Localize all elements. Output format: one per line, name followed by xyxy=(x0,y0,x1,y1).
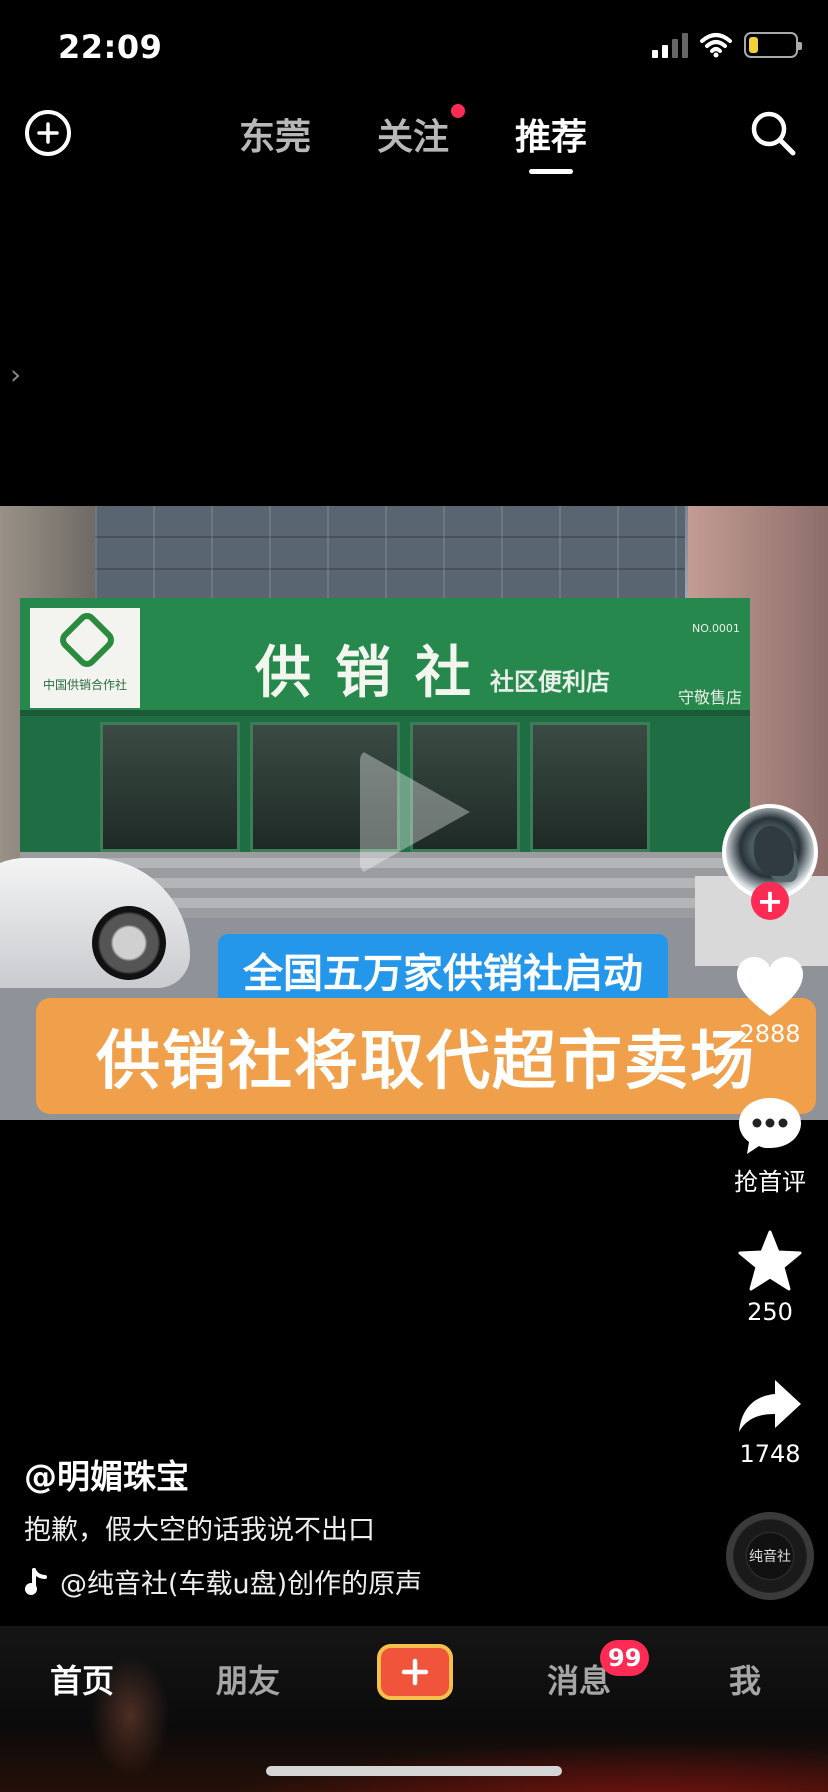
post-description: 抱歉，假大空的话我说不出口 xyxy=(24,1515,375,1546)
battery-icon xyxy=(744,32,802,58)
play-icon[interactable] xyxy=(360,750,470,874)
share-icon xyxy=(739,1380,801,1432)
video-player[interactable]: 中国供销合作社 供销社 社区便利店 NO.0001 守敬售店 全国五万家供销社启… xyxy=(0,506,828,1120)
store-window xyxy=(530,722,650,852)
star-icon xyxy=(738,1230,802,1291)
share-count: 1748 xyxy=(739,1440,801,1468)
music-note-icon xyxy=(25,1567,47,1595)
signal-icon xyxy=(652,32,688,58)
tab-following[interactable]: 关注 xyxy=(377,104,466,160)
like-button[interactable]: 2888 xyxy=(720,956,820,1048)
store-sign-title: 供销社 xyxy=(255,641,495,706)
store-sign-keeper: 守敬售店 xyxy=(678,688,743,707)
notification-dot xyxy=(451,104,466,118)
home-indicator[interactable] xyxy=(266,1766,562,1776)
comment-icon xyxy=(739,1098,801,1154)
status-time: 22:09 xyxy=(58,28,163,66)
avatar-figure xyxy=(754,826,794,876)
favorite-button[interactable]: 250 xyxy=(720,1230,820,1326)
favorite-count: 250 xyxy=(747,1298,793,1326)
create-button[interactable] xyxy=(377,1644,453,1700)
plus-icon xyxy=(401,1658,429,1686)
video-caption-main: 供销社将取代超市卖场 xyxy=(36,998,816,1114)
top-tabs: 东莞 关注 推荐 xyxy=(0,104,828,168)
heart-icon xyxy=(737,957,803,1016)
video-car-wheel xyxy=(92,906,166,980)
tab-recommended[interactable]: 推荐 xyxy=(515,108,587,160)
tab-following-label: 关注 xyxy=(377,117,450,158)
comment-button[interactable]: 抢首评 xyxy=(720,1096,820,1197)
battery-level xyxy=(749,37,758,53)
nav-friends[interactable]: 朋友 xyxy=(216,1656,280,1702)
message-badge: 99 xyxy=(600,1640,650,1676)
music-info[interactable]: @纯音社(车载u盘)创作的原声 xyxy=(24,1562,460,1601)
comment-label: 抢首评 xyxy=(734,1168,806,1196)
nav-home[interactable]: 首页 xyxy=(50,1656,114,1702)
like-count: 2888 xyxy=(739,1020,801,1048)
music-title: @纯音社(车载u盘)创作的原声 xyxy=(60,1569,423,1600)
store-sign-subtitle: 社区便利店 xyxy=(490,668,610,696)
store-logo-text: 中国供销合作社 xyxy=(42,678,127,692)
wifi-icon xyxy=(700,33,732,58)
nav-me[interactable]: 我 xyxy=(729,1656,761,1702)
search-icon xyxy=(751,111,796,156)
music-disc-label: 纯音社 xyxy=(747,1533,793,1579)
tab-local[interactable]: 东莞 xyxy=(239,108,311,160)
festive-decoration xyxy=(180,1736,828,1792)
search-button[interactable] xyxy=(748,108,798,158)
author-name[interactable]: @明媚珠宝 xyxy=(24,1450,189,1498)
video-caption-top: 全国五万家供销社启动 xyxy=(218,934,668,1006)
music-disc[interactable]: 纯音社 xyxy=(726,1512,814,1600)
follow-button[interactable]: + xyxy=(751,882,789,920)
side-panel-arrow[interactable]: › xyxy=(10,358,21,391)
store-window xyxy=(100,722,240,852)
store-sign-number: NO.0001 xyxy=(692,622,740,635)
status-icons xyxy=(652,32,802,58)
share-button[interactable]: 1748 xyxy=(720,1378,820,1468)
video-glass-facade xyxy=(95,506,685,602)
